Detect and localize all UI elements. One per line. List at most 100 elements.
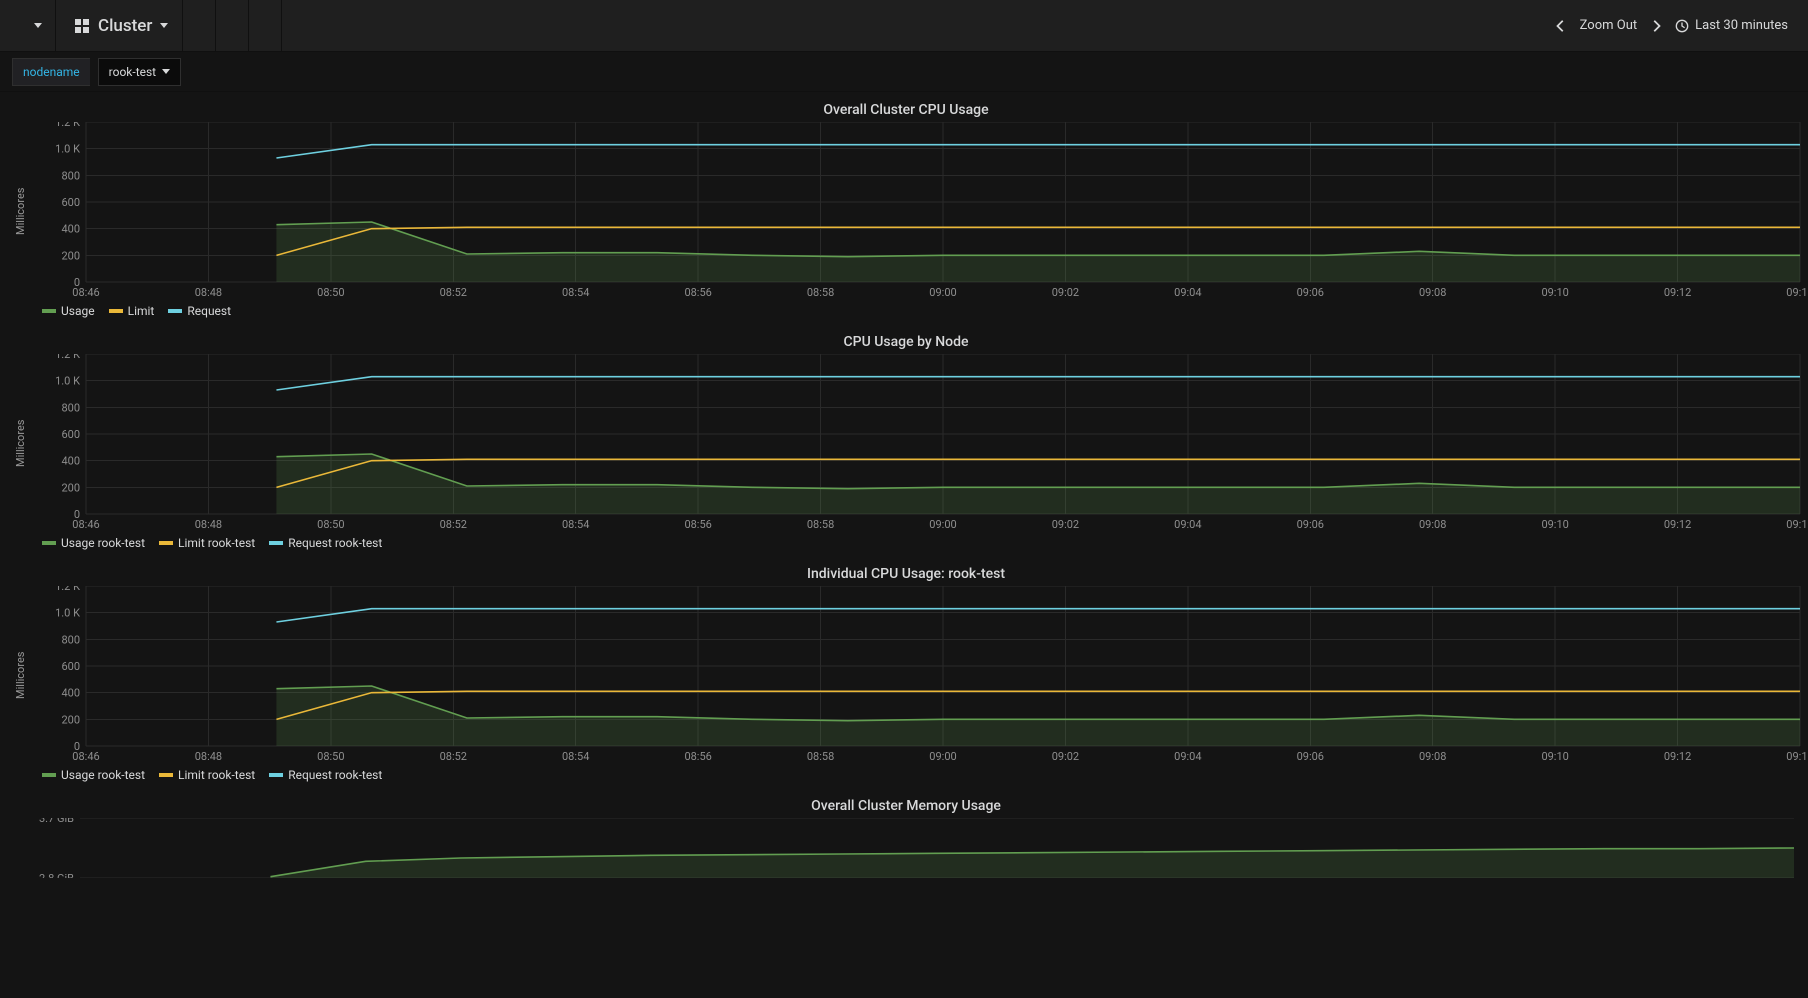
svg-text:09:06: 09:06 <box>1297 286 1324 299</box>
legend-item[interactable]: Usage rook-test <box>42 536 145 550</box>
legend-item[interactable]: Limit <box>109 304 155 318</box>
save-button[interactable] <box>220 0 249 52</box>
svg-text:400: 400 <box>61 223 80 236</box>
svg-text:08:48: 08:48 <box>195 518 222 531</box>
legend-swatch <box>269 541 283 545</box>
svg-text:09:10: 09:10 <box>1541 286 1568 299</box>
panel: Overall Cluster Memory Usage 2.8 GiB 3.7 G… <box>12 792 1800 878</box>
svg-text:09:04: 09:04 <box>1174 286 1201 299</box>
svg-text:09:04: 09:04 <box>1174 750 1201 763</box>
svg-text:09:10: 09:10 <box>1541 750 1568 763</box>
svg-text:08:46: 08:46 <box>72 518 99 531</box>
dashboard-picker[interactable]: Cluster <box>60 0 183 52</box>
svg-text:600: 600 <box>61 196 80 209</box>
svg-text:800: 800 <box>61 633 80 646</box>
svg-text:200: 200 <box>61 481 80 494</box>
svg-text:09:10: 09:10 <box>1541 518 1568 531</box>
share-button[interactable] <box>187 0 216 52</box>
clock-icon <box>1675 19 1689 33</box>
legend-item[interactable]: Request rook-test <box>269 768 382 782</box>
svg-text:09:08: 09:08 <box>1419 286 1446 299</box>
var-nodename-label: nodename <box>12 58 90 86</box>
legend-swatch <box>109 309 123 313</box>
legend-label: Usage <box>61 304 95 318</box>
variable-row: nodename rook-test <box>0 52 1808 92</box>
chart-area[interactable]: 02004006008001.0 K1.2 K08:4608:4808:5008… <box>26 586 1806 764</box>
svg-text:600: 600 <box>61 428 80 441</box>
svg-text:09:14: 09:14 <box>1786 750 1806 763</box>
dashboard-title: Cluster <box>98 16 152 36</box>
svg-text:08:46: 08:46 <box>72 750 99 763</box>
svg-text:09:12: 09:12 <box>1664 750 1691 763</box>
time-forward-button[interactable] <box>1649 19 1663 33</box>
settings-button[interactable] <box>253 0 282 52</box>
y-axis-label: Millicores <box>12 122 26 300</box>
panel-title[interactable]: Individual CPU Usage: rook-test <box>12 560 1800 586</box>
time-back-button[interactable] <box>1554 19 1568 33</box>
panel: Overall Cluster CPU UsageMillicores02004… <box>12 96 1800 324</box>
legend-swatch <box>159 773 173 777</box>
svg-text:2.8 GiB: 2.8 GiB <box>39 872 74 878</box>
time-picker[interactable]: Last 30 minutes <box>1675 18 1800 33</box>
chart-area[interactable]: 2.8 GiB 3.7 GiB <box>20 818 1800 878</box>
svg-text:08:52: 08:52 <box>440 518 467 531</box>
chart-area[interactable]: 02004006008001.0 K1.2 K08:4608:4808:5008… <box>26 122 1806 300</box>
legend: Usage Limit Request <box>12 300 1800 324</box>
legend-swatch <box>269 773 283 777</box>
legend-swatch <box>42 309 56 313</box>
legend-label: Limit rook-test <box>178 536 255 550</box>
y-axis-label: Millicores <box>12 354 26 532</box>
svg-text:08:54: 08:54 <box>562 750 589 763</box>
legend-swatch <box>159 541 173 545</box>
legend-item[interactable]: Request rook-test <box>269 536 382 550</box>
svg-text:08:48: 08:48 <box>195 750 222 763</box>
legend-item[interactable]: Usage <box>42 304 95 318</box>
svg-text:08:52: 08:52 <box>440 750 467 763</box>
svg-text:09:02: 09:02 <box>1052 750 1079 763</box>
legend-label: Limit rook-test <box>178 768 255 782</box>
svg-text:08:56: 08:56 <box>684 750 711 763</box>
legend-swatch <box>168 309 182 313</box>
svg-text:08:56: 08:56 <box>684 286 711 299</box>
svg-text:08:50: 08:50 <box>317 750 344 763</box>
legend-item[interactable]: Usage rook-test <box>42 768 145 782</box>
svg-text:600: 600 <box>61 660 80 673</box>
svg-text:09:14: 09:14 <box>1786 518 1806 531</box>
svg-text:08:54: 08:54 <box>562 286 589 299</box>
navbar: Cluster Zoom Out Last 30 minutes <box>0 0 1808 52</box>
svg-text:1.2 K: 1.2 K <box>55 122 80 129</box>
legend-label: Usage rook-test <box>61 768 145 782</box>
chart-area[interactable]: 02004006008001.0 K1.2 K08:4608:4808:5008… <box>26 354 1806 532</box>
svg-text:08:50: 08:50 <box>317 286 344 299</box>
grafana-logo[interactable] <box>8 0 56 52</box>
panel: Individual CPU Usage: rook-testMillicore… <box>12 560 1800 788</box>
legend-label: Limit <box>128 304 155 318</box>
panel-title[interactable]: Overall Cluster CPU Usage <box>12 96 1800 122</box>
svg-text:08:52: 08:52 <box>440 286 467 299</box>
svg-text:08:58: 08:58 <box>807 750 834 763</box>
svg-text:400: 400 <box>61 455 80 468</box>
svg-text:1.0 K: 1.0 K <box>55 375 80 388</box>
var-nodename-picker[interactable]: rook-test <box>98 58 181 86</box>
zoom-out-button[interactable]: Zoom Out <box>1580 18 1637 33</box>
svg-text:200: 200 <box>61 249 80 262</box>
panel-title[interactable]: Overall Cluster Memory Usage <box>12 792 1800 818</box>
svg-text:08:58: 08:58 <box>807 518 834 531</box>
svg-text:1.0 K: 1.0 K <box>55 607 80 620</box>
legend-item[interactable]: Limit rook-test <box>159 768 255 782</box>
svg-text:09:02: 09:02 <box>1052 286 1079 299</box>
svg-text:3.7 GiB: 3.7 GiB <box>39 818 74 825</box>
svg-text:1.2 K: 1.2 K <box>55 354 80 361</box>
svg-text:09:06: 09:06 <box>1297 750 1324 763</box>
panel-title[interactable]: CPU Usage by Node <box>12 328 1800 354</box>
legend-item[interactable]: Request <box>168 304 231 318</box>
legend-label: Request rook-test <box>288 768 382 782</box>
time-range-label: Last 30 minutes <box>1695 18 1788 33</box>
grid-icon <box>74 18 90 34</box>
legend-swatch <box>42 773 56 777</box>
legend-label: Request rook-test <box>288 536 382 550</box>
svg-text:09:14: 09:14 <box>1786 286 1806 299</box>
legend: Usage rook-test Limit rook-test Request ro… <box>12 532 1800 556</box>
legend-item[interactable]: Limit rook-test <box>159 536 255 550</box>
svg-text:200: 200 <box>61 713 80 726</box>
